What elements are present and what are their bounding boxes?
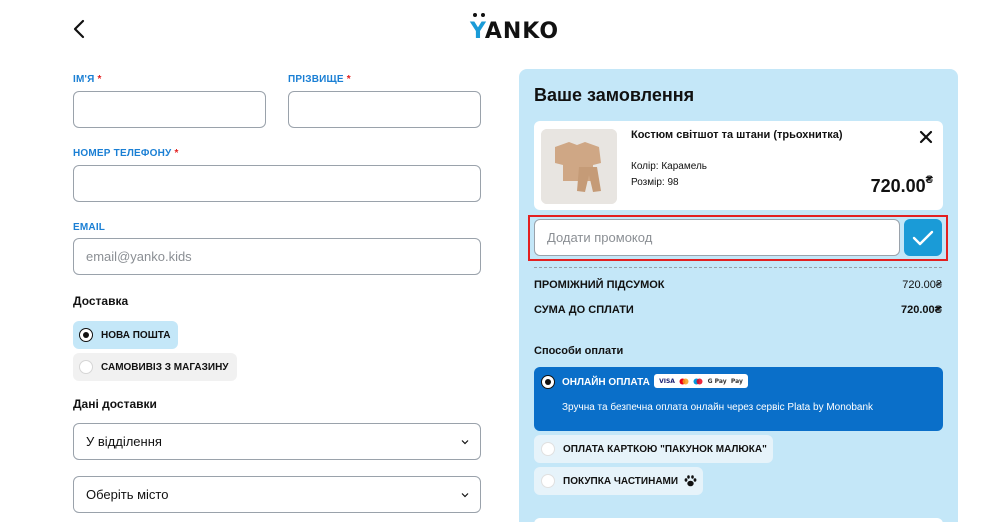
delivery-option-label: НОВА ПОШТА bbox=[101, 329, 171, 341]
chevron-down-icon bbox=[461, 439, 469, 444]
divider bbox=[534, 267, 942, 268]
delivery-title: Доставка bbox=[73, 294, 129, 308]
chevron-down-icon bbox=[461, 492, 469, 497]
delivery-option-pickup[interactable]: САМОВИВІЗ З МАГАЗИНУ bbox=[73, 353, 237, 381]
payment-online[interactable]: ОНЛАЙН ОПЛАТА VISA G Pay Pay Зручна та б… bbox=[534, 367, 943, 431]
radio-checked-icon bbox=[79, 328, 93, 342]
back-button[interactable] bbox=[70, 18, 90, 40]
payment-label: ПОКУПКА ЧАСТИНАМИ bbox=[563, 475, 679, 487]
subtotal-value: 720.00₴ bbox=[902, 279, 942, 291]
promo-code-input[interactable] bbox=[534, 219, 900, 256]
payment-baby-package[interactable]: ОПЛАТА КАРТКОЮ "ПАКУНОК МАЛЮКА" bbox=[534, 435, 773, 463]
last-name-input[interactable] bbox=[288, 91, 481, 128]
phone-label: НОМЕР ТЕЛЕФОНУ * bbox=[73, 148, 179, 159]
checkout-page: YANKO ІМ'Я * ПРІЗВИЩЕ * НОМЕР ТЕЛЕФОНУ *… bbox=[0, 0, 1000, 522]
payment-label: ОПЛАТА КАРТКОЮ "ПАКУНОК МАЛЮКА" bbox=[563, 443, 767, 455]
product-color: Колір: Карамель bbox=[631, 161, 708, 172]
payment-description: Зручна та безпечна оплата онлайн через с… bbox=[562, 402, 874, 413]
select-value: У відділення bbox=[86, 434, 162, 449]
check-icon bbox=[912, 230, 934, 245]
product-price: 720.00₴ bbox=[870, 174, 933, 196]
mastercard-icon bbox=[679, 378, 689, 384]
product-size: Розмір: 98 bbox=[631, 177, 679, 188]
first-name-label: ІМ'Я * bbox=[73, 74, 102, 85]
google-pay-icon: G Pay bbox=[707, 377, 727, 385]
product-image[interactable] bbox=[541, 129, 617, 204]
paw-icon bbox=[684, 475, 697, 487]
phone-input[interactable] bbox=[73, 165, 481, 202]
order-title: Ваше замовлення bbox=[534, 85, 695, 105]
payment-methods-title: Способи оплати bbox=[534, 345, 624, 357]
subtotal-row: ПРОМІЖНИЙ ПІДСУМОК 720.00₴ bbox=[534, 279, 942, 291]
delivery-option-label: САМОВИВІЗ З МАГАЗИНУ bbox=[101, 361, 229, 373]
first-name-input[interactable] bbox=[73, 91, 266, 128]
chevron-left-icon bbox=[73, 19, 85, 39]
email-label: EMAIL bbox=[73, 222, 106, 233]
remove-item-icon[interactable] bbox=[918, 129, 934, 145]
radio-checked-icon bbox=[541, 375, 555, 389]
payment-label: ОНЛАЙН ОПЛАТА bbox=[562, 377, 650, 388]
radio-unchecked-icon bbox=[541, 442, 555, 456]
logo-text: ANKO bbox=[484, 19, 560, 44]
payment-cards-icons: VISA G Pay Pay bbox=[654, 374, 748, 388]
maestro-icon bbox=[693, 378, 703, 384]
total-label: СУМА ДО СПЛАТИ bbox=[534, 304, 634, 316]
apple-pay-icon: Pay bbox=[730, 377, 743, 385]
total-value: 720.00₴ bbox=[901, 304, 942, 316]
logo-letter: Y bbox=[470, 13, 485, 44]
select-value: Оберіть місто bbox=[86, 487, 169, 502]
city-select[interactable]: Оберіть місто bbox=[73, 476, 481, 513]
delivery-method-select[interactable]: У відділення bbox=[73, 423, 481, 460]
subtotal-label: ПРОМІЖНИЙ ПІДСУМОК bbox=[534, 279, 665, 291]
product-image-art bbox=[541, 129, 617, 204]
logo[interactable]: YANKO bbox=[470, 13, 560, 44]
radio-unchecked-icon bbox=[541, 474, 555, 488]
apply-promo-button[interactable] bbox=[904, 219, 942, 256]
total-row: СУМА ДО СПЛАТИ 720.00₴ bbox=[534, 304, 942, 316]
delivery-option-nova-poshta[interactable]: НОВА ПОШТА bbox=[73, 321, 179, 349]
last-name-label: ПРІЗВИЩЕ * bbox=[288, 74, 351, 85]
visa-icon: VISA bbox=[659, 377, 675, 385]
radio-unchecked-icon bbox=[79, 360, 93, 374]
product-name[interactable]: Костюм світшот та штани (трьохнитка) bbox=[631, 129, 843, 141]
next-section-card bbox=[534, 518, 943, 522]
cart-item: Костюм світшот та штани (трьохнитка) Кол… bbox=[534, 121, 943, 210]
email-input[interactable] bbox=[73, 238, 481, 275]
payment-installments[interactable]: ПОКУПКА ЧАСТИНАМИ bbox=[534, 467, 704, 495]
delivery-data-title: Дані доставки bbox=[73, 397, 157, 411]
